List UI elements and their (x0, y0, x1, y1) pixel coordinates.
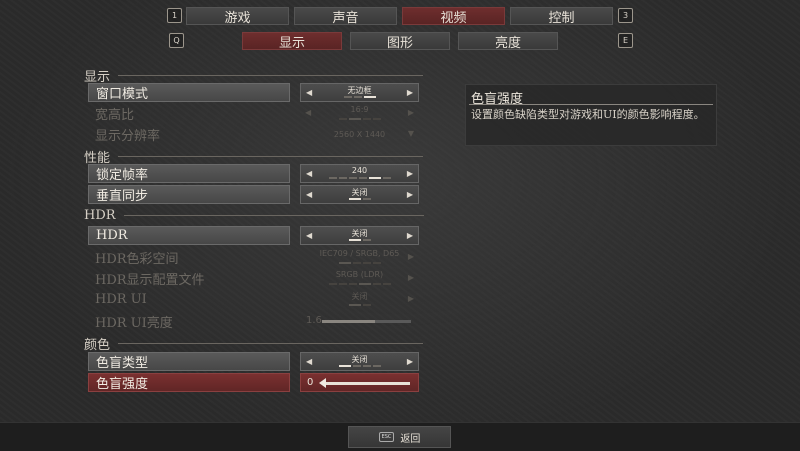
option-indicator (300, 304, 419, 306)
colorblind-type-selector[interactable]: ◀ 关闭 ▶ (300, 352, 419, 371)
hdr-ui-selector: 关闭 ▶ (300, 290, 419, 309)
aspect-ratio-selector: ◀ 16:9 ▶ (300, 104, 419, 123)
subtab-display[interactable]: 显示 (242, 32, 342, 51)
option-indicator (300, 118, 419, 120)
vsync-value: 关闭 (351, 188, 368, 197)
slider-track (322, 320, 411, 323)
chevron-down-icon: ▼ (407, 129, 414, 138)
back-button-label: 返回 (400, 433, 421, 445)
hdr-ui-brightness-label: HDR UI亮度 (95, 316, 173, 331)
description-divider (469, 104, 713, 105)
arrow-right-icon: ▶ (407, 108, 414, 117)
aspect-ratio-value: 16:9 (350, 105, 369, 114)
colorblind-strength-value: 0 (307, 377, 314, 388)
section-color-title: 颜色 (84, 338, 111, 353)
section-color-header: 颜色 (84, 334, 424, 353)
frame-lock-selector[interactable]: ◀ 240 ▶ (300, 164, 419, 183)
option-indicator (301, 177, 418, 179)
vsync-label[interactable]: 垂直同步 (88, 185, 290, 204)
tab-sound[interactable]: 声音 (294, 7, 397, 26)
hdr-ui-label: HDR UI (95, 292, 147, 307)
window-mode-selector[interactable]: ◀ 无边框 ▶ (300, 83, 419, 102)
hdr-ui-brightness-slider: 1.6 (300, 312, 419, 331)
slider-fill (322, 320, 376, 323)
frame-lock-label[interactable]: 锁定帧率 (88, 164, 290, 183)
section-hdr-title: HDR (84, 208, 116, 223)
arrow-right-icon: ▶ (407, 273, 414, 282)
section-divider (118, 343, 424, 344)
description-body: 设置颜色缺陷类型对游戏和UI的颜色影响程度。 (471, 108, 705, 121)
hdr-color-space-label: HDR色彩空间 (95, 252, 179, 267)
colorblind-strength-slider[interactable]: 0 (300, 373, 419, 392)
hdr-selector[interactable]: ◀ 关闭 ▶ (300, 226, 419, 245)
option-indicator (300, 283, 419, 285)
esc-key-icon: ESC (378, 432, 395, 442)
tab-controls[interactable]: 控制 (510, 7, 613, 26)
hdr-profile-label: HDR显示配置文件 (95, 273, 205, 288)
section-divider (118, 75, 424, 76)
subtab-graphics[interactable]: 图形 (350, 32, 450, 51)
option-indicator (301, 96, 418, 98)
colorblind-type-value: 关闭 (351, 355, 368, 364)
hdr-color-space-selector: IEC709 / SRGB, D65 ▶ (300, 248, 419, 267)
back-button[interactable]: ESC 返回 (348, 426, 451, 448)
window-mode-value: 无边框 (347, 86, 372, 95)
aspect-ratio-label: 宽高比 (95, 108, 135, 123)
next-tab-key-hint[interactable]: 3 (618, 8, 633, 23)
option-indicator (301, 239, 418, 241)
hdr-ui-brightness-value: 1.6 (306, 315, 322, 326)
resolution-dropdown: 2560 X 1440 ▼ (300, 125, 419, 144)
hdr-profile-value: SRGB (LDR) (335, 270, 384, 279)
section-divider (123, 215, 424, 216)
subtab-brightness[interactable]: 亮度 (458, 32, 558, 51)
vsync-selector[interactable]: ◀ 关闭 ▶ (300, 185, 419, 204)
section-divider (118, 156, 424, 157)
tab-video[interactable]: 视频 (402, 7, 505, 26)
hdr-profile-selector: SRGB (LDR) ▶ (300, 269, 419, 288)
option-indicator (301, 365, 418, 367)
resolution-label: 显示分辨率 (95, 129, 161, 144)
hdr-label[interactable]: HDR (88, 226, 290, 245)
slider-track[interactable] (319, 378, 410, 388)
prev-subtab-key-hint[interactable]: Q (169, 33, 184, 48)
colorblind-strength-label[interactable]: 色盲强度 (88, 373, 290, 392)
hdr-ui-value: 关闭 (351, 292, 368, 301)
resolution-value: 2560 X 1440 (333, 130, 386, 139)
description-panel: 色盲强度 设置颜色缺陷类型对游戏和UI的颜色影响程度。 (465, 84, 717, 146)
hdr-value: 关闭 (351, 229, 368, 238)
window-mode-label[interactable]: 窗口模式 (88, 83, 290, 102)
prev-tab-key-hint[interactable]: 1 (167, 8, 182, 23)
tab-game[interactable]: 游戏 (186, 7, 289, 26)
colorblind-type-label[interactable]: 色盲类型 (88, 352, 290, 371)
arrow-right-icon: ▶ (407, 294, 414, 303)
slider-handle-icon[interactable] (319, 378, 326, 388)
hdr-color-space-value: IEC709 / SRGB, D65 (319, 249, 400, 258)
frame-lock-value: 240 (351, 166, 368, 175)
option-indicator (300, 262, 419, 264)
next-subtab-key-hint[interactable]: E (618, 33, 633, 48)
section-hdr-header: HDR (84, 208, 424, 223)
arrow-right-icon: ▶ (407, 252, 414, 261)
option-indicator (301, 198, 418, 200)
